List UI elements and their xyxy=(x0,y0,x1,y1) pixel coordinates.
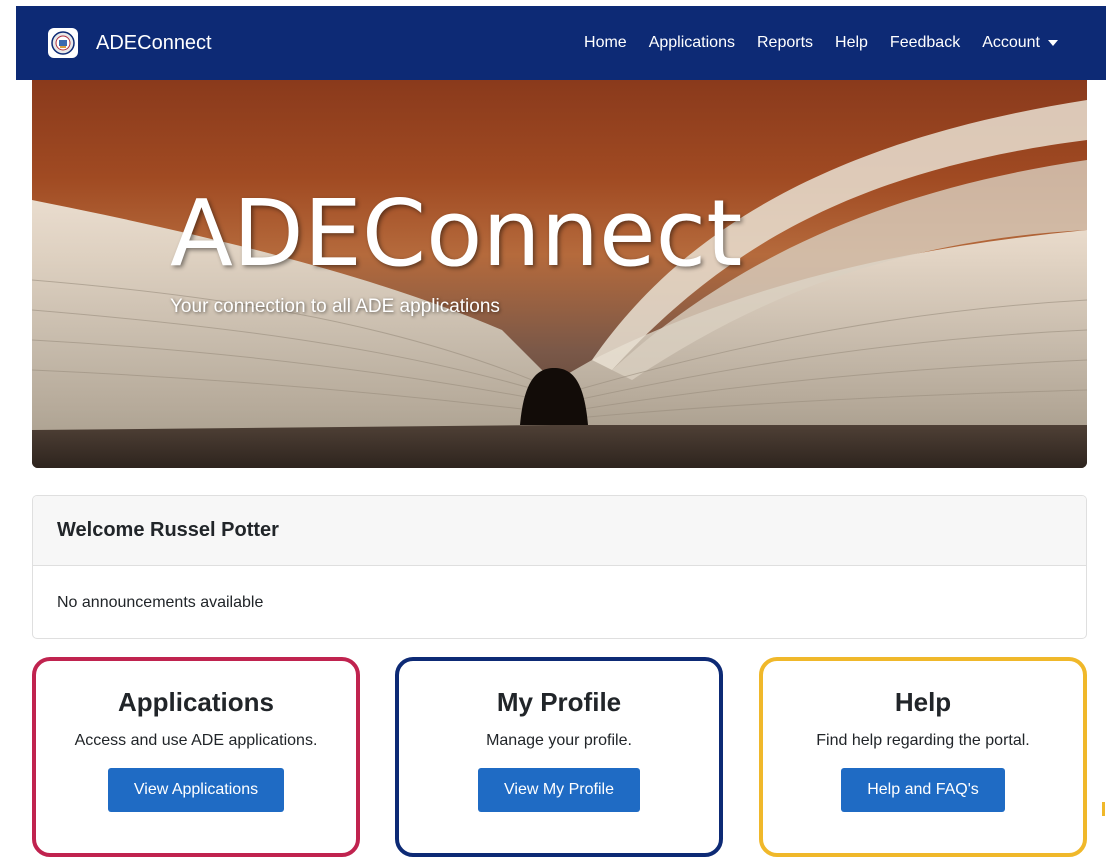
welcome-card: Welcome Russel Potter No announcements a… xyxy=(32,495,1087,639)
nav-account-dropdown[interactable]: Account xyxy=(982,34,1058,52)
nav-links: Home Applications Reports Help Feedback … xyxy=(562,34,1058,52)
help-and-faq-button[interactable]: Help and FAQ's xyxy=(841,768,1005,812)
caret-down-icon xyxy=(1048,39,1058,46)
tile-title: Help xyxy=(894,687,952,717)
nav-applications[interactable]: Applications xyxy=(649,34,735,52)
tile-title: My Profile xyxy=(496,687,622,717)
my-profile-tile: My Profile Manage your profile. View My … xyxy=(395,657,723,857)
brand[interactable]: ADEConnect xyxy=(48,28,212,58)
nav-reports[interactable]: Reports xyxy=(757,34,813,52)
hero-title: ADEConnect xyxy=(170,180,743,287)
view-my-profile-button[interactable]: View My Profile xyxy=(478,768,640,812)
nav-account-label: Account xyxy=(982,34,1040,51)
nav-feedback[interactable]: Feedback xyxy=(890,34,960,52)
nav-home[interactable]: Home xyxy=(584,34,627,52)
tile-title: Applications xyxy=(117,687,274,717)
scroll-edge-mark xyxy=(1102,802,1105,816)
brand-name: ADEConnect xyxy=(96,31,212,54)
tile-description: Find help regarding the portal. xyxy=(816,732,1030,749)
ade-logo-icon xyxy=(48,28,78,58)
top-navbar: ADEConnect Home Applications Reports Hel… xyxy=(16,6,1106,80)
tile-description: Access and use ADE applications. xyxy=(74,732,318,749)
help-tile: Help Find help regarding the portal. Hel… xyxy=(759,657,1087,857)
tile-description: Manage your profile. xyxy=(486,732,632,749)
applications-tile: Applications Access and use ADE applicat… xyxy=(32,657,360,857)
view-applications-button[interactable]: View Applications xyxy=(107,768,285,812)
hero-banner: ADEConnect Your connection to all ADE ap… xyxy=(32,80,1087,468)
hero-subtitle: Your connection to all ADE applications xyxy=(170,296,500,317)
welcome-title: Welcome Russel Potter xyxy=(33,496,1086,566)
announcements-text: No announcements available xyxy=(57,594,264,611)
nav-help[interactable]: Help xyxy=(835,34,868,52)
